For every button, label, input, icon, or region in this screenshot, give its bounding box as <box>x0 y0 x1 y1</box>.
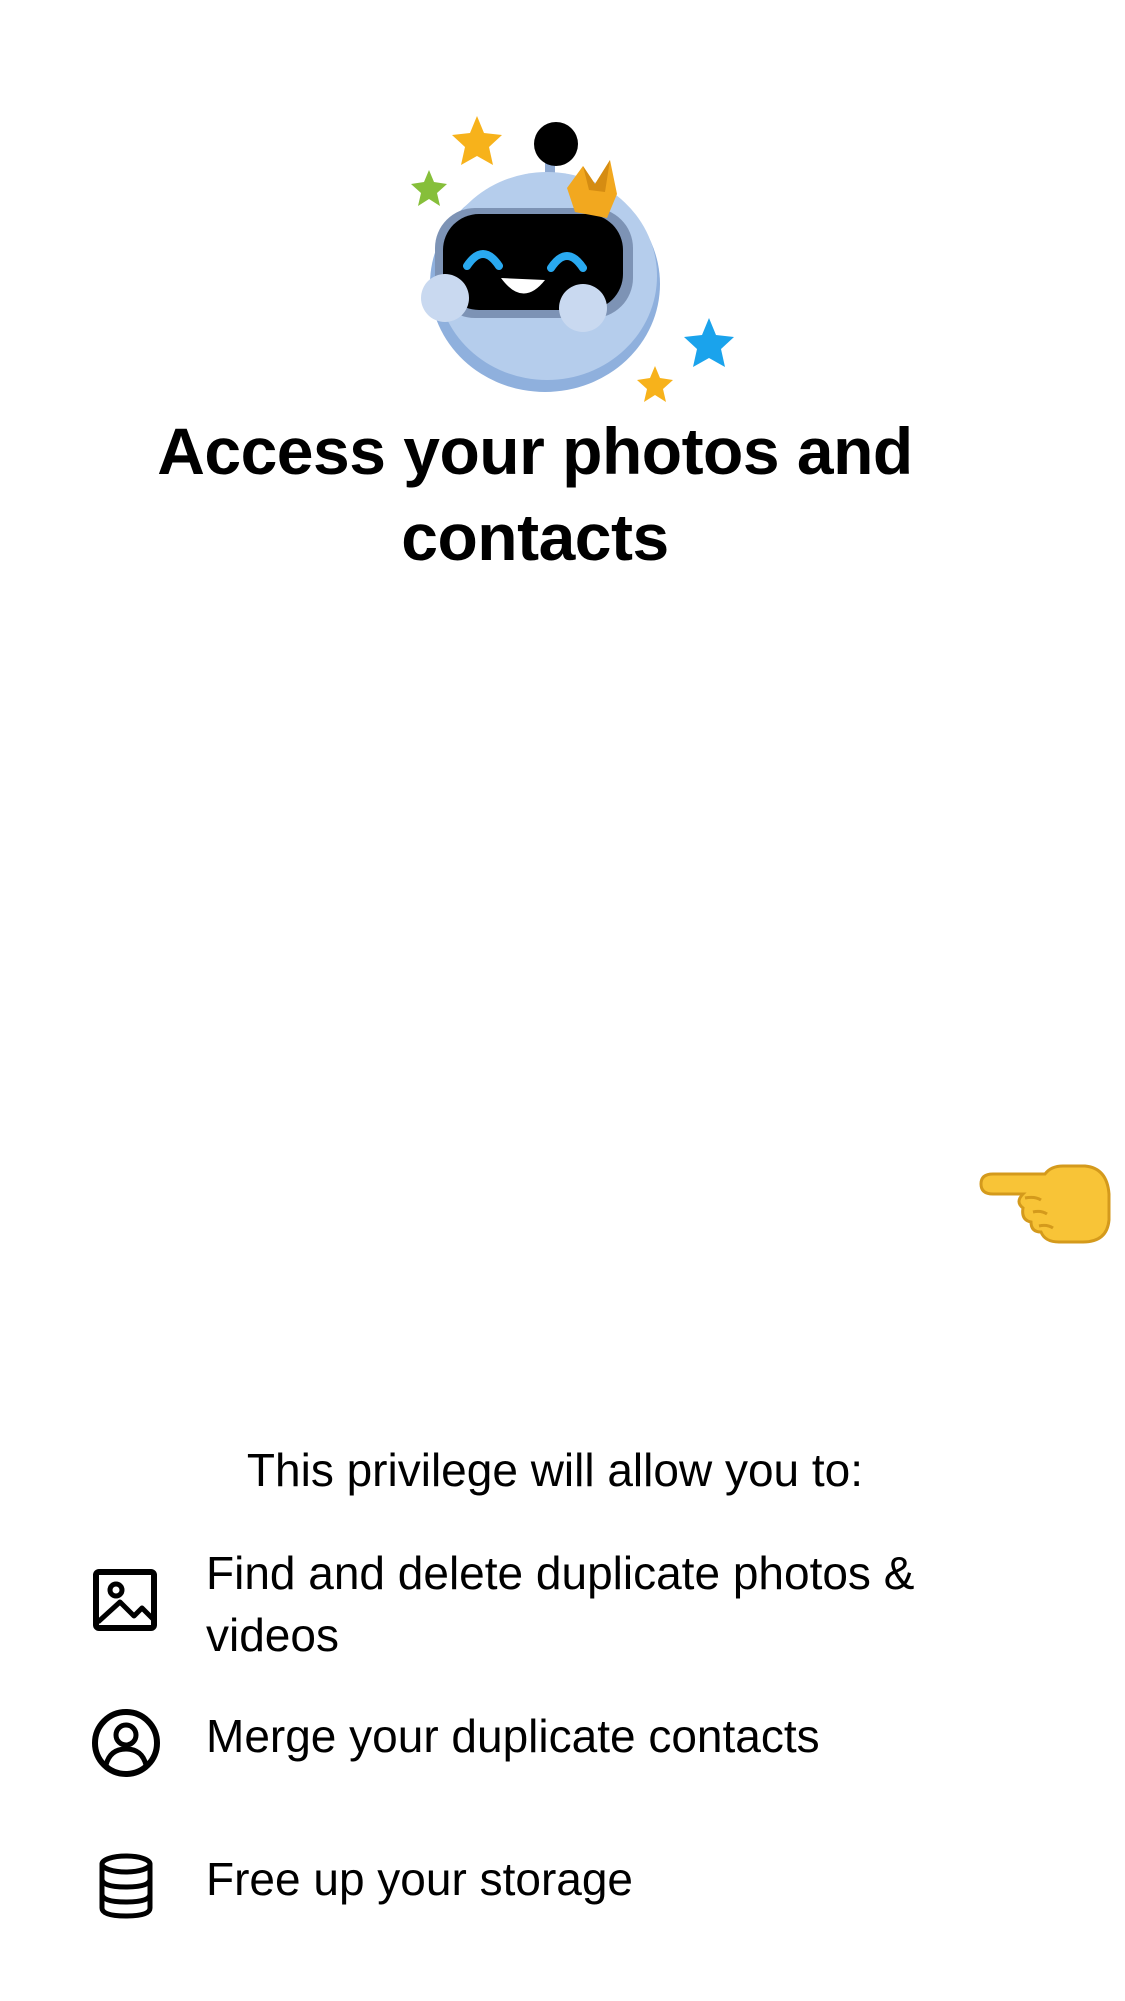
feature-label: Free up your storage <box>206 1853 634 1905</box>
feature-photos: Find and delete duplicate photos & video… <box>88 1542 1048 1662</box>
pointing-left-hand-icon <box>979 1164 1111 1244</box>
feature-contacts: Merge your duplicate contacts <box>88 1705 1048 1825</box>
feature-label: Find and delete duplicate photos & video… <box>206 1547 915 1661</box>
yellow-star-icon <box>452 116 502 165</box>
permissions-intro: This privilege will allow you to: <box>246 1444 864 1496</box>
database-icon <box>99 1853 153 1919</box>
page-title: Access your photos and contacts <box>157 414 913 574</box>
green-star-icon <box>411 170 447 206</box>
person-circle-icon <box>92 1709 160 1777</box>
feature-label: Merge your duplicate contacts <box>206 1710 820 1762</box>
feature-storage: Free up your storage <box>88 1848 1048 1968</box>
robot-mascot-icon <box>411 116 734 402</box>
small-yellow-star-icon <box>637 366 673 402</box>
photo-icon <box>93 1569 157 1631</box>
blue-star-icon <box>684 318 734 367</box>
